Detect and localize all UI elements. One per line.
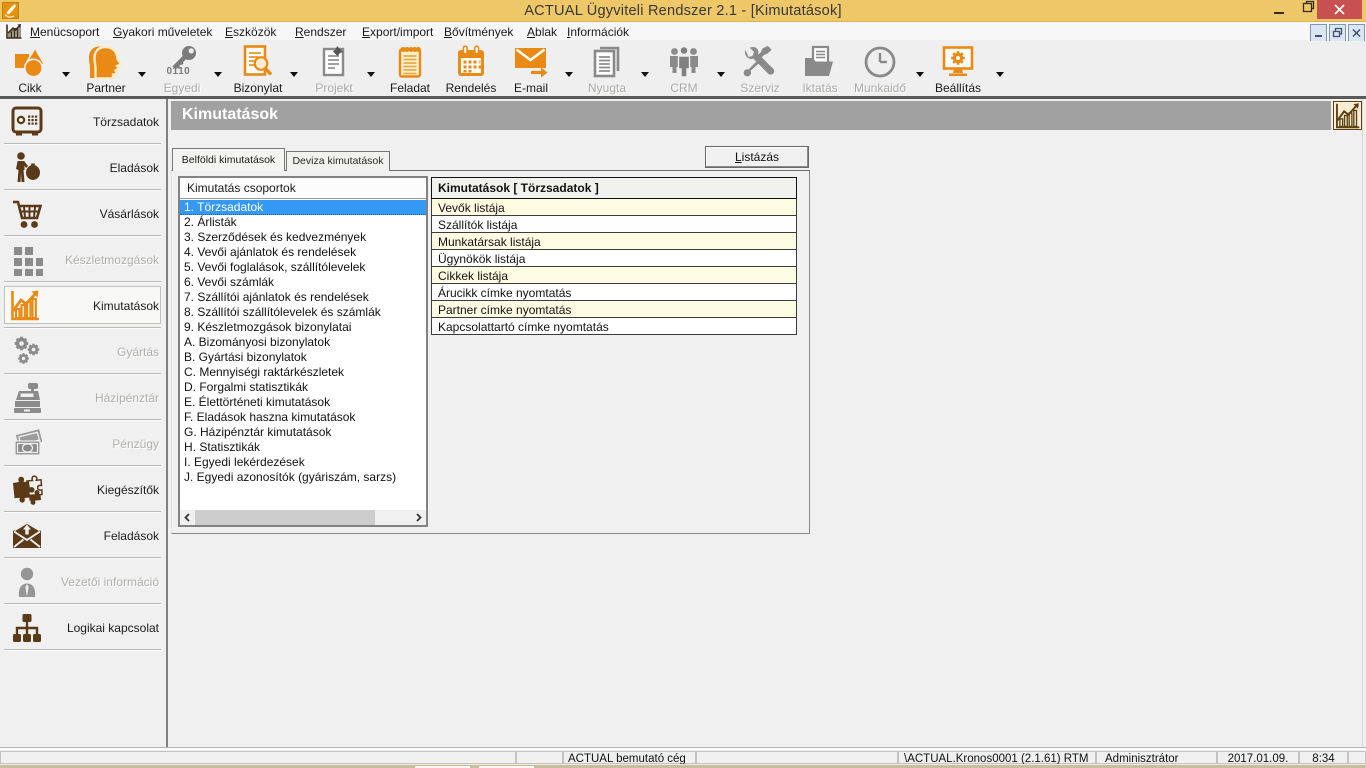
svg-text:0110: 0110: [167, 66, 191, 77]
